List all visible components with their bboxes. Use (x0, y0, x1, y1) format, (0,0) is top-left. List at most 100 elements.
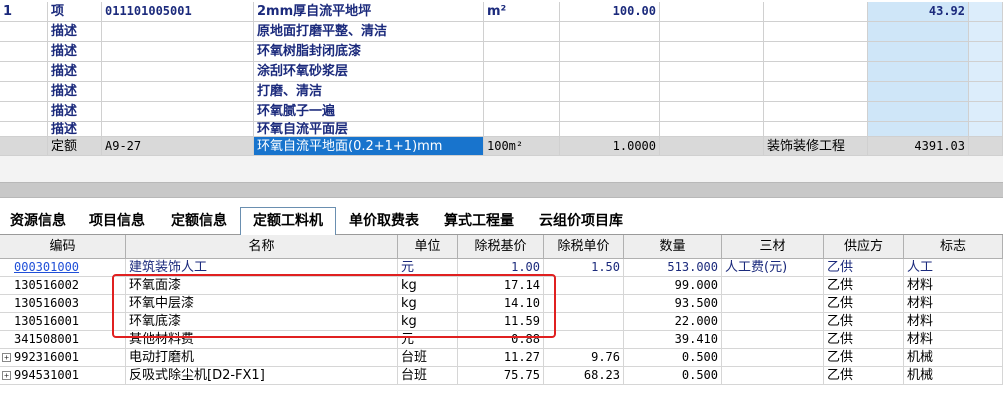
row-supplier: 乙供 (824, 367, 904, 385)
row-supplier: 乙供 (824, 295, 904, 313)
tab-quota-materials[interactable]: 定额工料机 (240, 207, 336, 236)
row-qty: 0.500 (624, 349, 722, 367)
row-base-price: 11.27 (458, 349, 544, 367)
row-supplier: 乙供 (824, 313, 904, 331)
row-unit: kg (398, 295, 458, 313)
desc-type: 描述 (48, 62, 102, 82)
table-row[interactable]: 130516001 环氧底漆 kg 11.59 22.000 乙供 材料 (0, 313, 1003, 331)
row-qty: 0.500 (624, 367, 722, 385)
desc-text: 涂刮环氧砂浆层 (254, 62, 484, 82)
row-flag: 机械 (904, 367, 1003, 385)
item-code: 011101005001 (102, 2, 254, 22)
row-name: 反吸式除尘机[D2-FX1] (126, 367, 398, 385)
row-name: 环氧中层漆 (126, 295, 398, 313)
item-quantity: 100.00 (560, 2, 660, 22)
col-qty-header[interactable]: 数量 (624, 235, 722, 258)
row-unit: 元 (398, 259, 458, 277)
row-unit: kg (398, 277, 458, 295)
col-three-header[interactable]: 三材 (722, 235, 824, 258)
col-code-header[interactable]: 编码 (0, 235, 126, 258)
quota-quantity: 1.0000 (560, 137, 660, 156)
row-flag: 机械 (904, 349, 1003, 367)
table-row[interactable]: 000301000 建筑装饰人工 元 1.00 1.50 513.000 人工费… (0, 259, 1003, 277)
quota-unit: 100m² (484, 137, 560, 156)
col-base-price-header[interactable]: 除税基价 (458, 235, 544, 258)
description-row[interactable]: 描述 原地面打磨平整、清洁 (0, 22, 1003, 42)
row-name: 环氧面漆 (126, 277, 398, 295)
desc-type: 描述 (48, 42, 102, 62)
row-unit-price (544, 331, 624, 349)
tab-unit-price-fees[interactable]: 单价取费表 (336, 208, 432, 234)
quota-name-cell[interactable]: 环氧自流平地面(0.2+1+1)mm (254, 137, 484, 156)
tab-resource-info[interactable]: 资源信息 (0, 208, 76, 234)
bill-item-row[interactable]: 1 项 011101005001 2mm厚自流平地坪 m² 100.00 43.… (0, 2, 1003, 22)
row-unit-price: 1.50 (544, 259, 624, 277)
item-name: 2mm厚自流平地坪 (254, 2, 484, 22)
row-qty: 39.410 (624, 331, 722, 349)
table-row[interactable]: + 992316001 电动打磨机 台班 11.27 9.76 0.500 乙供… (0, 349, 1003, 367)
description-row[interactable]: 描述 涂刮环氧砂浆层 (0, 62, 1003, 82)
expand-icon[interactable]: + (2, 353, 11, 362)
description-row[interactable]: 描述 环氧腻子一遍 (0, 102, 1003, 122)
row-flag: 材料 (904, 331, 1003, 349)
row-code-text: 994531001 (14, 368, 80, 382)
col-name-header[interactable]: 名称 (126, 235, 398, 258)
desc-text: 环氧树脂封闭底漆 (254, 42, 484, 62)
description-row[interactable]: 描述 打磨、清洁 (0, 82, 1003, 102)
item-seq: 1 (0, 2, 48, 22)
row-three (722, 295, 824, 313)
row-base-price: 14.10 (458, 295, 544, 313)
row-base-price: 0.88 (458, 331, 544, 349)
table-row[interactable]: 130516002 环氧面漆 kg 17.14 99.000 乙供 材料 (0, 277, 1003, 295)
row-code-text: 992316001 (14, 350, 80, 364)
materials-grid: 000301000 建筑装饰人工 元 1.00 1.50 513.000 人工费… (0, 259, 1003, 418)
quota-code: A9-27 (102, 137, 254, 156)
row-supplier: 乙供 (824, 349, 904, 367)
item-unit: m² (484, 2, 560, 22)
row-base-price: 75.75 (458, 367, 544, 385)
table-row[interactable]: 130516003 环氧中层漆 kg 14.10 93.500 乙供 材料 (0, 295, 1003, 313)
description-row[interactable]: 描述 环氧树脂封闭底漆 (0, 42, 1003, 62)
row-name: 环氧底漆 (126, 313, 398, 331)
table-row[interactable]: + 994531001 反吸式除尘机[D2-FX1] 台班 75.75 68.2… (0, 367, 1003, 385)
row-base-price: 11.59 (458, 313, 544, 331)
row-three (722, 367, 824, 385)
tab-project-info[interactable]: 项目信息 (76, 208, 158, 234)
row-code: 341508001 (0, 331, 126, 349)
row-unit: 元 (398, 331, 458, 349)
row-supplier: 乙供 (824, 331, 904, 349)
bill-item-grid: 1 项 011101005001 2mm厚自流平地坪 m² 100.00 43.… (0, 0, 1003, 156)
quota-row[interactable]: 定额 A9-27 环氧自流平地面(0.2+1+1)mm 100m² 1.0000… (0, 137, 1003, 156)
row-unit-price (544, 295, 624, 313)
col-unit-header[interactable]: 单位 (398, 235, 458, 258)
grid-spacer (0, 156, 1003, 182)
item-category (764, 2, 868, 22)
row-qty: 93.500 (624, 295, 722, 313)
tab-formula-quantity[interactable]: 算式工程量 (432, 208, 526, 234)
row-flag: 人工 (904, 259, 1003, 277)
col-flag-header[interactable]: 标志 (904, 235, 1003, 258)
row-three: 人工费(元) (722, 259, 824, 277)
item-empty-cell (660, 2, 764, 22)
row-base-price: 1.00 (458, 259, 544, 277)
row-three (722, 277, 824, 295)
quota-type: 定额 (48, 137, 102, 156)
horizontal-scrollbar[interactable] (0, 182, 1003, 198)
description-row[interactable]: 描述 环氧自流平面层 (0, 122, 1003, 137)
col-supplier-header[interactable]: 供应方 (824, 235, 904, 258)
row-unit-price: 68.23 (544, 367, 624, 385)
detail-tabs: 资源信息 项目信息 定额信息 定额工料机 单价取费表 算式工程量 云组价项目库 (0, 206, 1003, 236)
desc-type: 描述 (48, 22, 102, 42)
item-type: 项 (48, 2, 102, 22)
col-unit-price-header[interactable]: 除税单价 (544, 235, 624, 258)
tab-cloud-library[interactable]: 云组价项目库 (526, 208, 636, 234)
row-code: 130516002 (0, 277, 126, 295)
table-row[interactable]: 341508001 其他材料费 元 0.88 39.410 乙供 材料 (0, 331, 1003, 349)
tab-quota-info[interactable]: 定额信息 (158, 208, 240, 234)
materials-grid-header: 编码 名称 单位 除税基价 除税单价 数量 三材 供应方 标志 (0, 235, 1003, 259)
expand-icon[interactable]: + (2, 371, 11, 380)
desc-text: 环氧自流平面层 (254, 122, 484, 137)
quota-category: 装饰装修工程 (764, 137, 868, 156)
desc-type: 描述 (48, 82, 102, 102)
desc-type: 描述 (48, 102, 102, 122)
